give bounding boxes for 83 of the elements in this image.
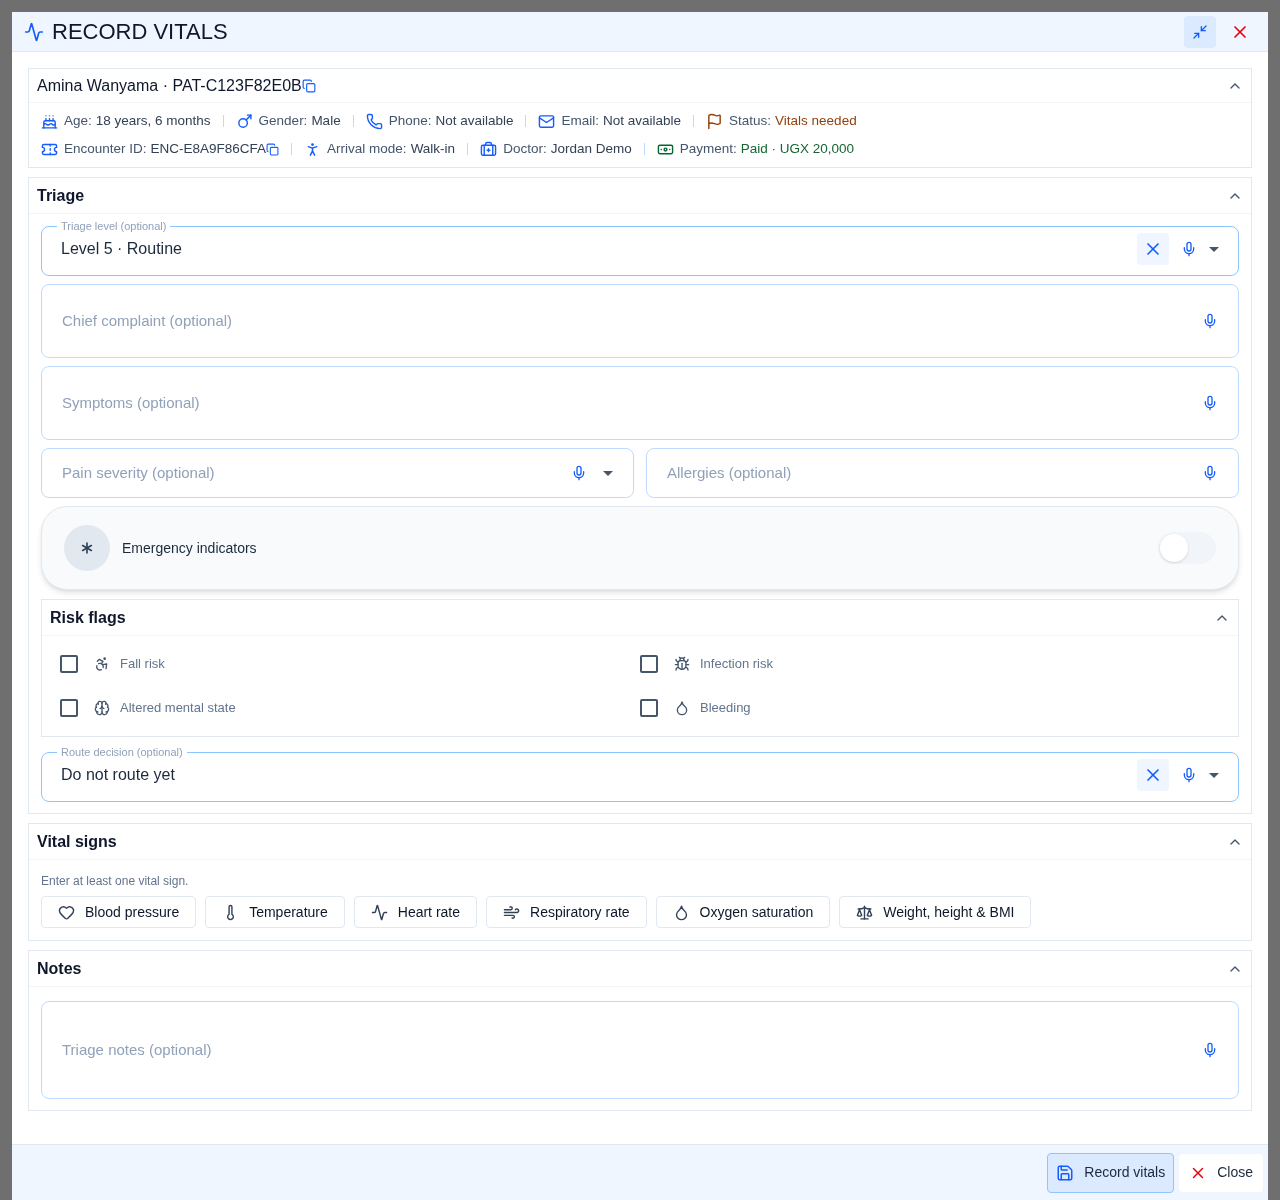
dialog-title: RECORD VITALS [52,18,229,46]
detail-label: Doctor: [503,139,547,158]
dropdown-caret-icon[interactable] [1209,246,1219,252]
detail-value: Vitals needed [775,111,857,130]
patient-heading: Amina Wanyama · PAT-C123F82E0B [37,75,302,96]
vital-button[interactable]: Oxygen saturation [655,896,831,928]
microphone-icon[interactable] [1202,465,1218,481]
checkbox[interactable] [60,699,78,717]
cake-icon [41,112,58,130]
field-value: Level 5 · Routine [61,239,183,259]
detail-value: Paid · UGX 20,000 [740,139,855,158]
vital-button[interactable]: Blood pressure [41,896,197,928]
microphone-icon[interactable] [1181,241,1197,257]
flag-label: Fall risk [120,655,165,674]
phone-icon [365,112,383,130]
section-title: Risk flags [50,607,126,628]
detail-value: Not available [435,111,514,130]
brain-icon [94,700,110,716]
section-title: Triage [37,185,85,206]
male-symbol-icon [235,112,253,130]
detail-label: Email: [561,111,599,130]
emergency-label: Emergency indicators [122,538,258,558]
detail-label: Arrival mode: [327,139,407,158]
copy-icon[interactable] [301,78,316,93]
minimize-button[interactable] [1184,15,1216,48]
detail-label: Age: [64,111,92,130]
detail-value: Male [311,111,341,130]
detail-label: Gender: [258,111,308,130]
mail-icon [538,112,556,130]
microphone-icon[interactable] [1181,767,1197,783]
microphone-icon[interactable] [571,465,587,481]
copy-icon[interactable] [266,142,280,156]
flag-label: Altered mental state [120,699,236,718]
placeholder-text: Allergies (optional) [667,462,793,483]
heart-icon [58,903,75,921]
detail-value: 18 years, 6 months [95,111,211,130]
field-label: Route decision (optional) [61,746,183,758]
field-label: Triage level (optional) [61,220,167,232]
checkbox[interactable] [640,699,658,717]
detail-value: Not available [603,111,682,130]
checkbox[interactable] [60,655,78,673]
emergency-switch[interactable] [1158,532,1216,564]
microphone-icon[interactable] [1202,395,1218,411]
triage-level-select[interactable]: Triage level (optional) Level 5 · Routine [41,219,1239,276]
placeholder-text: Chief complaint (optional) [62,310,234,331]
flag-icon [706,112,724,130]
vital-button[interactable]: Heart rate [353,896,477,928]
shrink-icon [1192,23,1208,40]
pulse-icon [370,903,388,921]
section-title: Notes [37,958,82,979]
checkbox[interactable] [640,655,658,673]
vital-button[interactable]: Temperature [205,896,345,928]
flag-label: Bleeding [700,699,751,718]
save-icon [1056,1163,1075,1182]
field-value: Do not route yet [61,765,176,785]
dropdown-caret-icon[interactable] [603,470,613,476]
placeholder-text: Symptoms (optional) [62,392,201,413]
bug-icon [674,656,690,672]
detail-label: Status: [729,111,772,130]
medical-kit-icon [480,140,498,158]
record-vitals-button[interactable]: Record vitals [1047,1152,1175,1193]
section-title: Vital signs [37,831,117,852]
detail-label: Payment: [679,139,737,158]
route-decision-select[interactable]: Route decision (optional) Do not route yet [41,745,1239,802]
placeholder-text: Triage notes (optional) [62,1039,213,1060]
detail-label: Encounter ID: [64,139,147,158]
flag-label: Infection risk [700,655,773,674]
dropdown-caret-icon[interactable] [1209,772,1219,778]
hint-text: Enter at least one vital sign. [41,873,190,890]
droplet-icon [674,700,690,716]
detail-value: Jordan Demo [550,139,632,158]
detail-value: ENC-E8A9F86CFA [150,139,267,158]
vital-button[interactable]: Respiratory rate [486,896,647,928]
vital-button[interactable]: Weight, height & BMI [839,896,1032,928]
microphone-icon[interactable] [1202,1042,1218,1058]
detail-value: Walk-in [410,139,456,158]
wind-icon [503,903,520,921]
microphone-icon[interactable] [1202,313,1218,329]
scale-icon [856,903,874,921]
placeholder-text: Pain severity (optional) [62,462,216,483]
pulse-icon [24,21,44,42]
detail-label: Phone: [388,111,432,130]
close-button[interactable]: Close [1178,1152,1264,1193]
